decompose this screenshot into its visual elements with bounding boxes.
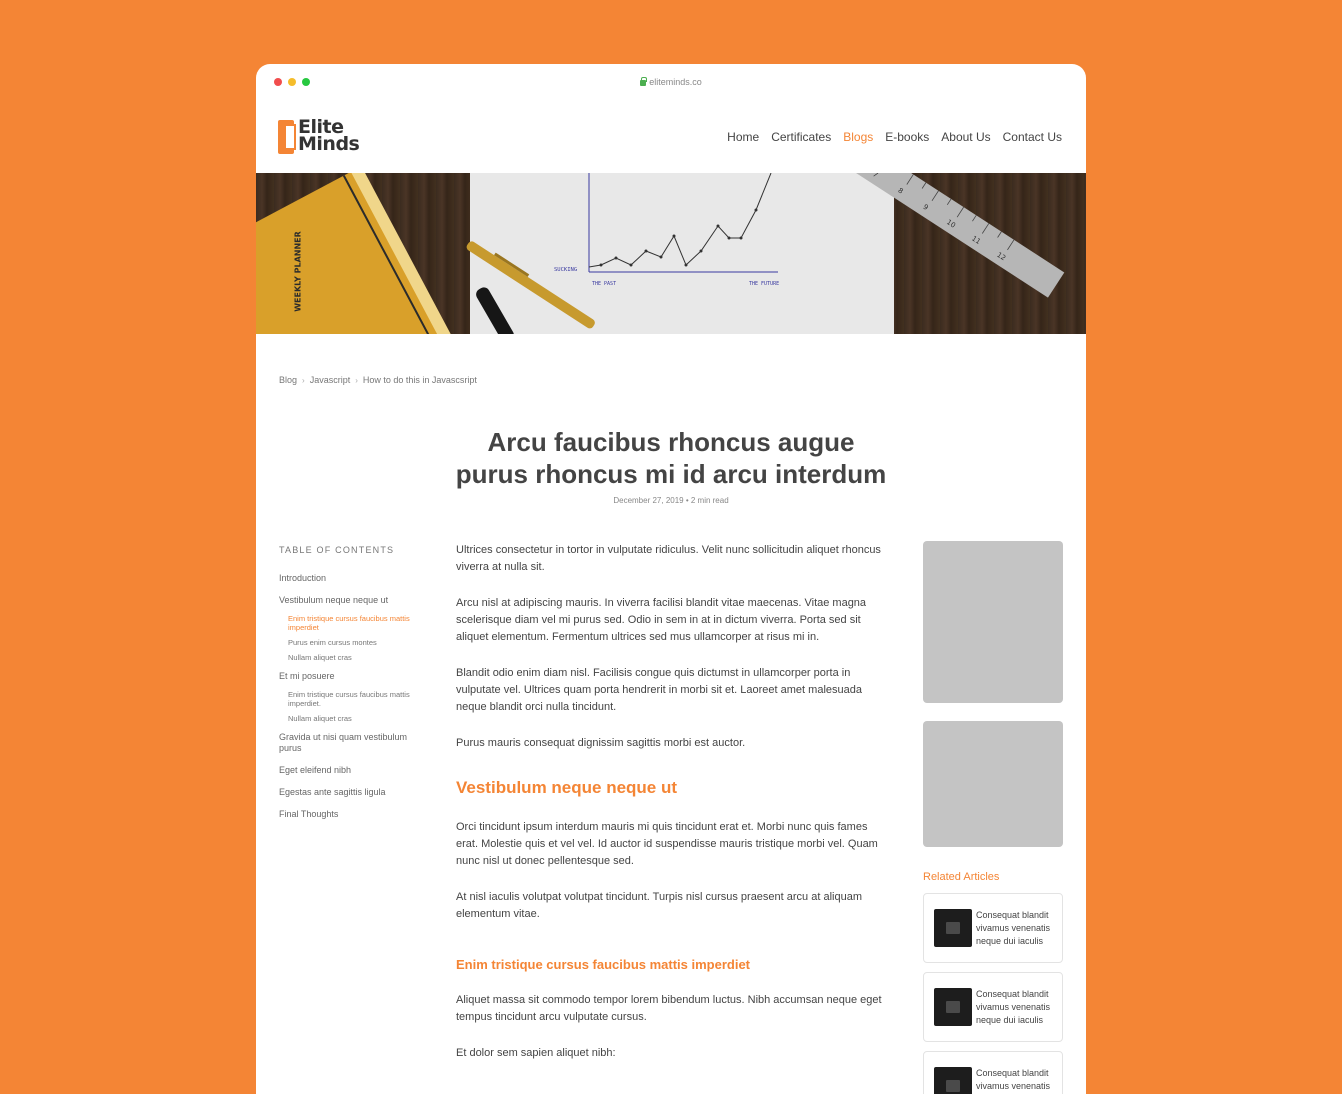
chart-label-future: THE FUTURE [749,281,779,287]
toc-item-egestas[interactable]: Egestas ante sagittis ligula [279,787,419,798]
related-article-card[interactable]: Consequat blandit vivamus venenatis nequ… [923,893,1063,963]
toc-item-final-thoughts[interactable]: Final Thoughts [279,809,419,820]
chart-label-y: SUCKING [554,267,577,273]
chevron-right-icon: › [302,376,305,385]
toc-item-vestibulum[interactable]: Vestibulum neque neque ut [279,595,419,606]
toc-subitem-purus-enim[interactable]: Purus enim cursus montes [279,638,419,647]
paragraph: Et dolor sem sapien aliquet nibh: [456,1045,888,1062]
paragraph: Aliquet massa sit commodo tempor lorem b… [456,992,888,1026]
nav-ebooks[interactable]: E-books [885,130,929,144]
logo-line-2: Minds [298,136,359,153]
paragraph: Purus mauris consequat dignissim sagitti… [456,735,888,752]
related-article-card[interactable]: Consequat blandit vivamus venenatis nequ… [923,1051,1063,1094]
title-line-1: Arcu faucibus rhoncus augue [256,426,1086,458]
main-nav: Home Certificates Blogs E-books About Us… [727,130,1062,144]
hero-image: WEEKLY PLANNER SUCKING THE PAST THE FUTU… [256,173,1086,334]
toc-item-gravida[interactable]: Gravida ut nisi quam vestibulum purus [279,732,419,754]
logo-book-icon [278,118,296,154]
nav-blogs[interactable]: Blogs [843,130,873,144]
toc-heading: TABLE OF CONTENTS [279,545,419,555]
related-articles-heading: Related Articles [923,871,1063,883]
related-article-title: Consequat blandit vivamus venenatis nequ… [976,1067,1052,1094]
chevron-right-icon: › [355,376,358,385]
toc-subitem-enim-tristique-2[interactable]: Enim tristique cursus faucibus mattis im… [279,690,419,708]
paragraph: Ultrices consectetur in tortor in vulput… [456,542,888,576]
paragraph: Orci tincidunt ipsum interdum mauris mi … [456,819,888,870]
toc-subitem-enim-tristique[interactable]: Enim tristique cursus faucibus mattis im… [279,614,419,632]
url-text: eliteminds.co [649,77,702,87]
article-thumbnail [934,1067,972,1094]
paragraph: At nisl iaculis volutpat volutpat tincid… [456,889,888,923]
article-title: Arcu faucibus rhoncus augue purus rhoncu… [256,426,1086,490]
site-logo[interactable]: Elite Minds [278,118,359,154]
toc-item-eget-eleifend[interactable]: Eget eleifend nibh [279,765,419,776]
nav-contact-us[interactable]: Contact Us [1003,130,1062,144]
title-line-2: purus rhoncus mi id arcu interdum [256,458,1086,490]
nav-home[interactable]: Home [727,130,759,144]
related-article-title: Consequat blandit vivamus venenatis nequ… [976,909,1052,948]
paragraph: Blandit odio enim diam nisl. Facilisis c… [456,665,888,716]
planner-label: WEEKLY PLANNER [294,231,303,312]
site-header: Elite Minds Home Certificates Blogs E-bo… [256,102,1086,173]
toc-item-introduction[interactable]: Introduction [279,573,419,584]
section-heading: Vestibulum neque neque ut [456,779,888,796]
nav-about-us[interactable]: About Us [941,130,990,144]
nav-certificates[interactable]: Certificates [771,130,831,144]
paragraph: Arcu nisl at adipiscing mauris. In viver… [456,595,888,646]
article-body: Ultrices consectetur in tortor in vulput… [456,542,888,1081]
table-of-contents: TABLE OF CONTENTS Introduction Vestibulu… [279,545,419,831]
ad-placeholder[interactable] [923,541,1063,703]
breadcrumb-blog[interactable]: Blog [279,375,297,385]
chart-label-past: THE PAST [592,281,616,287]
hero-illustration: WEEKLY PLANNER SUCKING THE PAST THE FUTU… [256,173,1086,334]
browser-titlebar: eliteminds.co [256,64,1086,102]
lock-icon [640,80,646,86]
breadcrumb-javascript[interactable]: Javascript [310,375,351,385]
article-thumbnail [934,988,972,1026]
article-thumbnail [934,909,972,947]
breadcrumb: Blog › Javascript › How to do this in Ja… [279,375,477,385]
article-meta: December 27, 2019 • 2 min read [256,496,1086,505]
logo-text: Elite Minds [298,119,359,153]
breadcrumb-current: How to do this in Javascsript [363,375,477,385]
sidebar: Related Articles Consequat blandit vivam… [923,541,1063,1094]
related-article-title: Consequat blandit vivamus venenatis nequ… [976,988,1052,1027]
address-bar[interactable]: eliteminds.co [256,77,1086,87]
related-article-card[interactable]: Consequat blandit vivamus venenatis nequ… [923,972,1063,1042]
browser-window: eliteminds.co Elite Minds Home Certifica… [256,64,1086,1094]
subsection-heading: Enim tristique cursus faucibus mattis im… [456,956,888,973]
toc-subitem-nullam-aliquet[interactable]: Nullam aliquet cras [279,653,419,662]
toc-subitem-nullam-aliquet-2[interactable]: Nullam aliquet cras [279,714,419,723]
ad-placeholder[interactable] [923,721,1063,847]
toc-item-et-mi-posuere[interactable]: Et mi posuere [279,671,419,682]
